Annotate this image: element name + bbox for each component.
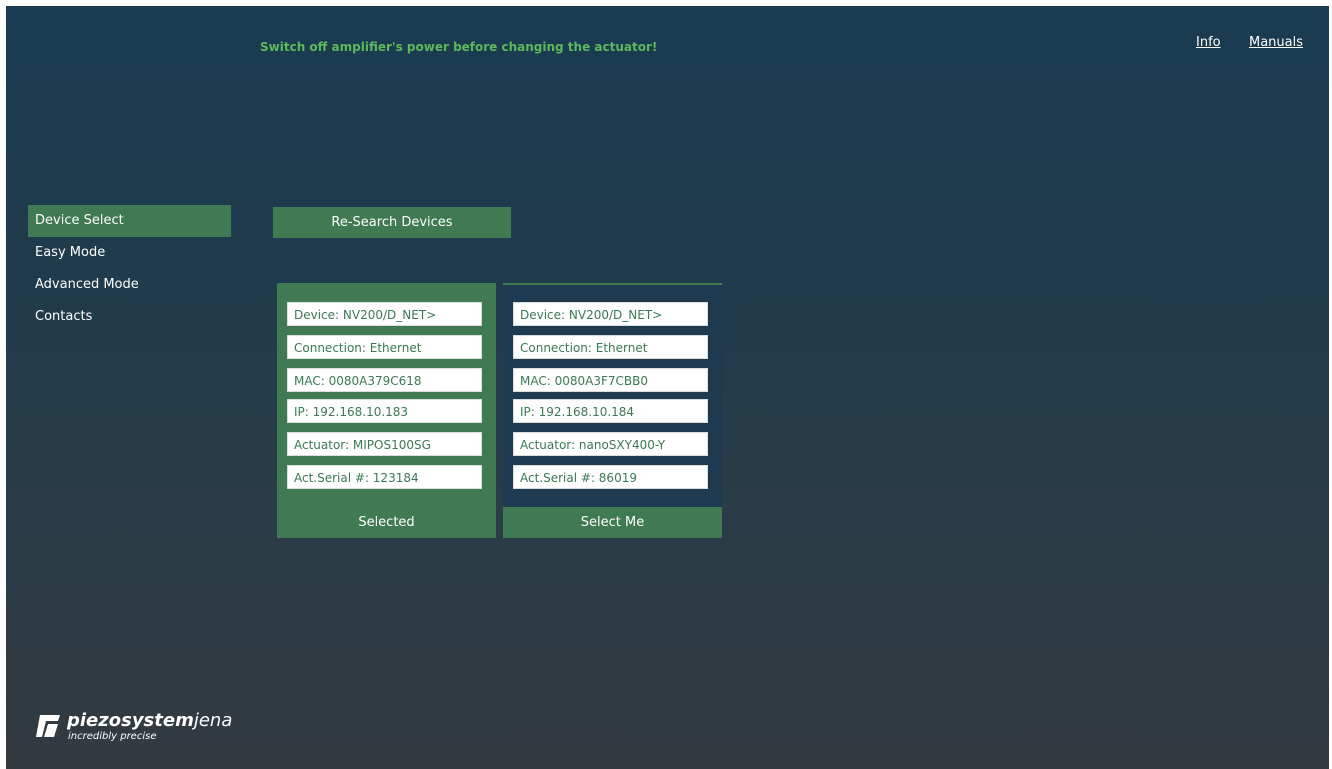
sidebar-item-advanced-mode[interactable]: Advanced Mode xyxy=(28,269,231,301)
device-card-selected: Device: NV200/D_NET> Connection: Etherne… xyxy=(277,283,496,538)
device-card: Device: NV200/D_NET> Connection: Etherne… xyxy=(503,283,722,538)
sidebar-item-contacts[interactable]: Contacts xyxy=(28,301,231,333)
re-search-devices-button[interactable]: Re-Search Devices xyxy=(273,207,511,238)
sidebar-item-easy-mode[interactable]: Easy Mode xyxy=(28,237,231,269)
actuator-serial-field: Act.Serial #: 123184 xyxy=(287,465,482,489)
logo-mark-icon xyxy=(36,715,60,737)
mac-field: MAC: 0080A3F7CBB0 xyxy=(513,368,708,392)
device-name-field: Device: NV200/D_NET> xyxy=(513,302,708,326)
ip-field: IP: 192.168.10.183 xyxy=(287,399,482,423)
ip-field: IP: 192.168.10.184 xyxy=(513,399,708,423)
warning-message: Switch off amplifier's power before chan… xyxy=(260,40,658,54)
actuator-serial-field: Act.Serial #: 86019 xyxy=(513,465,708,489)
connection-field: Connection: Ethernet xyxy=(287,335,482,359)
mac-field: MAC: 0080A379C618 xyxy=(287,368,482,392)
sidebar-item-device-select[interactable]: Device Select xyxy=(28,205,231,237)
sidebar-nav: Device Select Easy Mode Advanced Mode Co… xyxy=(28,205,231,333)
logo-brand: piezosystemjena xyxy=(67,710,233,731)
manuals-link[interactable]: Manuals xyxy=(1249,35,1303,50)
actuator-field: Actuator: nanoSXY400-Y xyxy=(513,432,708,456)
app-window: Switch off amplifier's power before chan… xyxy=(6,6,1329,769)
connection-field: Connection: Ethernet xyxy=(513,335,708,359)
selected-button[interactable]: Selected xyxy=(277,507,496,538)
select-me-button[interactable]: Select Me xyxy=(503,507,722,538)
device-name-field: Device: NV200/D_NET> xyxy=(287,302,482,326)
actuator-field: Actuator: MIPOS100SG xyxy=(287,432,482,456)
info-link[interactable]: Info xyxy=(1196,35,1221,50)
logo-tagline: incredibly precise xyxy=(68,731,157,742)
